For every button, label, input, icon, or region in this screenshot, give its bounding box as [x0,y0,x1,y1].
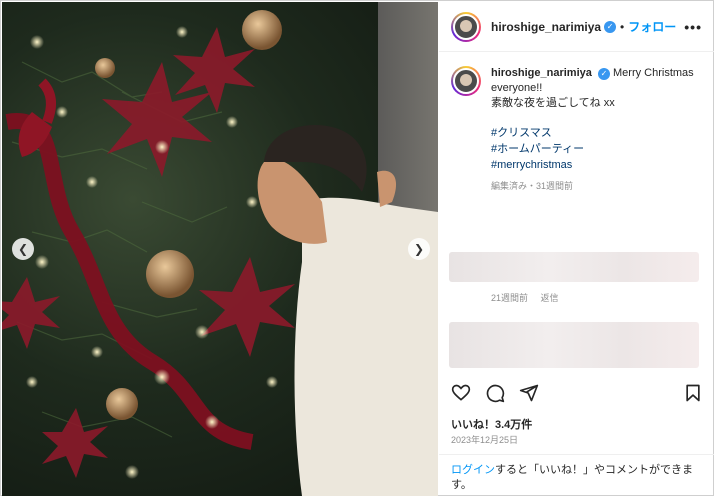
caption-line-2: 素敵な夜を過ごしてね xx [491,97,615,109]
blurred-comment [449,252,699,282]
username-link[interactable]: hiroshige_narimiya [491,20,601,34]
post-photo[interactable]: ❮ ❯ [2,2,438,496]
previous-photo-button[interactable]: ❮ [12,238,34,260]
chevron-left-icon: ❮ [17,242,29,256]
action-bar [451,382,703,404]
like-count[interactable]: いいね！3.4万件 [451,416,532,432]
post-details-panel: hiroshige_narimiya ✓ • フォロー ••• hiroshig… [439,2,714,496]
post-header: hiroshige_narimiya ✓ • フォロー ••• [439,2,714,52]
login-prompt: ログインすると「いいね！」やコメントができます。 [439,454,714,501]
separator-dot: • [620,19,625,34]
caption-avatar[interactable] [451,66,481,96]
post-date: 2023年12月25日 [451,435,519,445]
next-photo-button[interactable]: ❯ [408,238,430,260]
login-link[interactable]: ログイン [451,464,495,476]
christmas-tree-illustration [2,10,438,496]
comment-meta: 21週間前 返信 [491,291,569,304]
comment-time: 21週間前 [491,293,529,303]
avatar[interactable] [451,11,481,42]
edited-timestamp: 編集済み・31週間前 [491,181,574,191]
bookmark-icon[interactable] [683,383,703,403]
chevron-right-icon: ❯ [413,242,425,256]
hashtag-link[interactable]: #ホームパーティー [491,141,702,157]
caption-username[interactable]: hiroshige_narimiya [491,67,592,79]
hashtag-link[interactable]: #merrychristmas [491,157,702,173]
reply-button[interactable]: 返信 [541,293,559,303]
hashtag-link[interactable]: #クリスマス [491,125,702,141]
caption-section: hiroshige_narimiya ✓ Merry Christmas eve… [439,52,714,276]
verified-badge-icon: ✓ [597,67,610,80]
instagram-post-embed: ❮ ❯ hiroshige_narimiya ✓ • フォロー ••• hiro… [0,0,714,496]
more-options-icon[interactable]: ••• [684,19,702,35]
caption-body: hiroshige_narimiya ✓ Merry Christmas eve… [491,66,702,194]
comment-icon[interactable] [485,383,505,403]
verified-badge-icon: ✓ [604,20,617,33]
blurred-comment [449,322,699,368]
hashtag-list: #クリスマス #ホームパーティー #merrychristmas [491,125,702,173]
follow-button[interactable]: フォロー [628,18,676,35]
heart-icon[interactable] [451,383,471,403]
share-icon[interactable] [519,383,539,403]
